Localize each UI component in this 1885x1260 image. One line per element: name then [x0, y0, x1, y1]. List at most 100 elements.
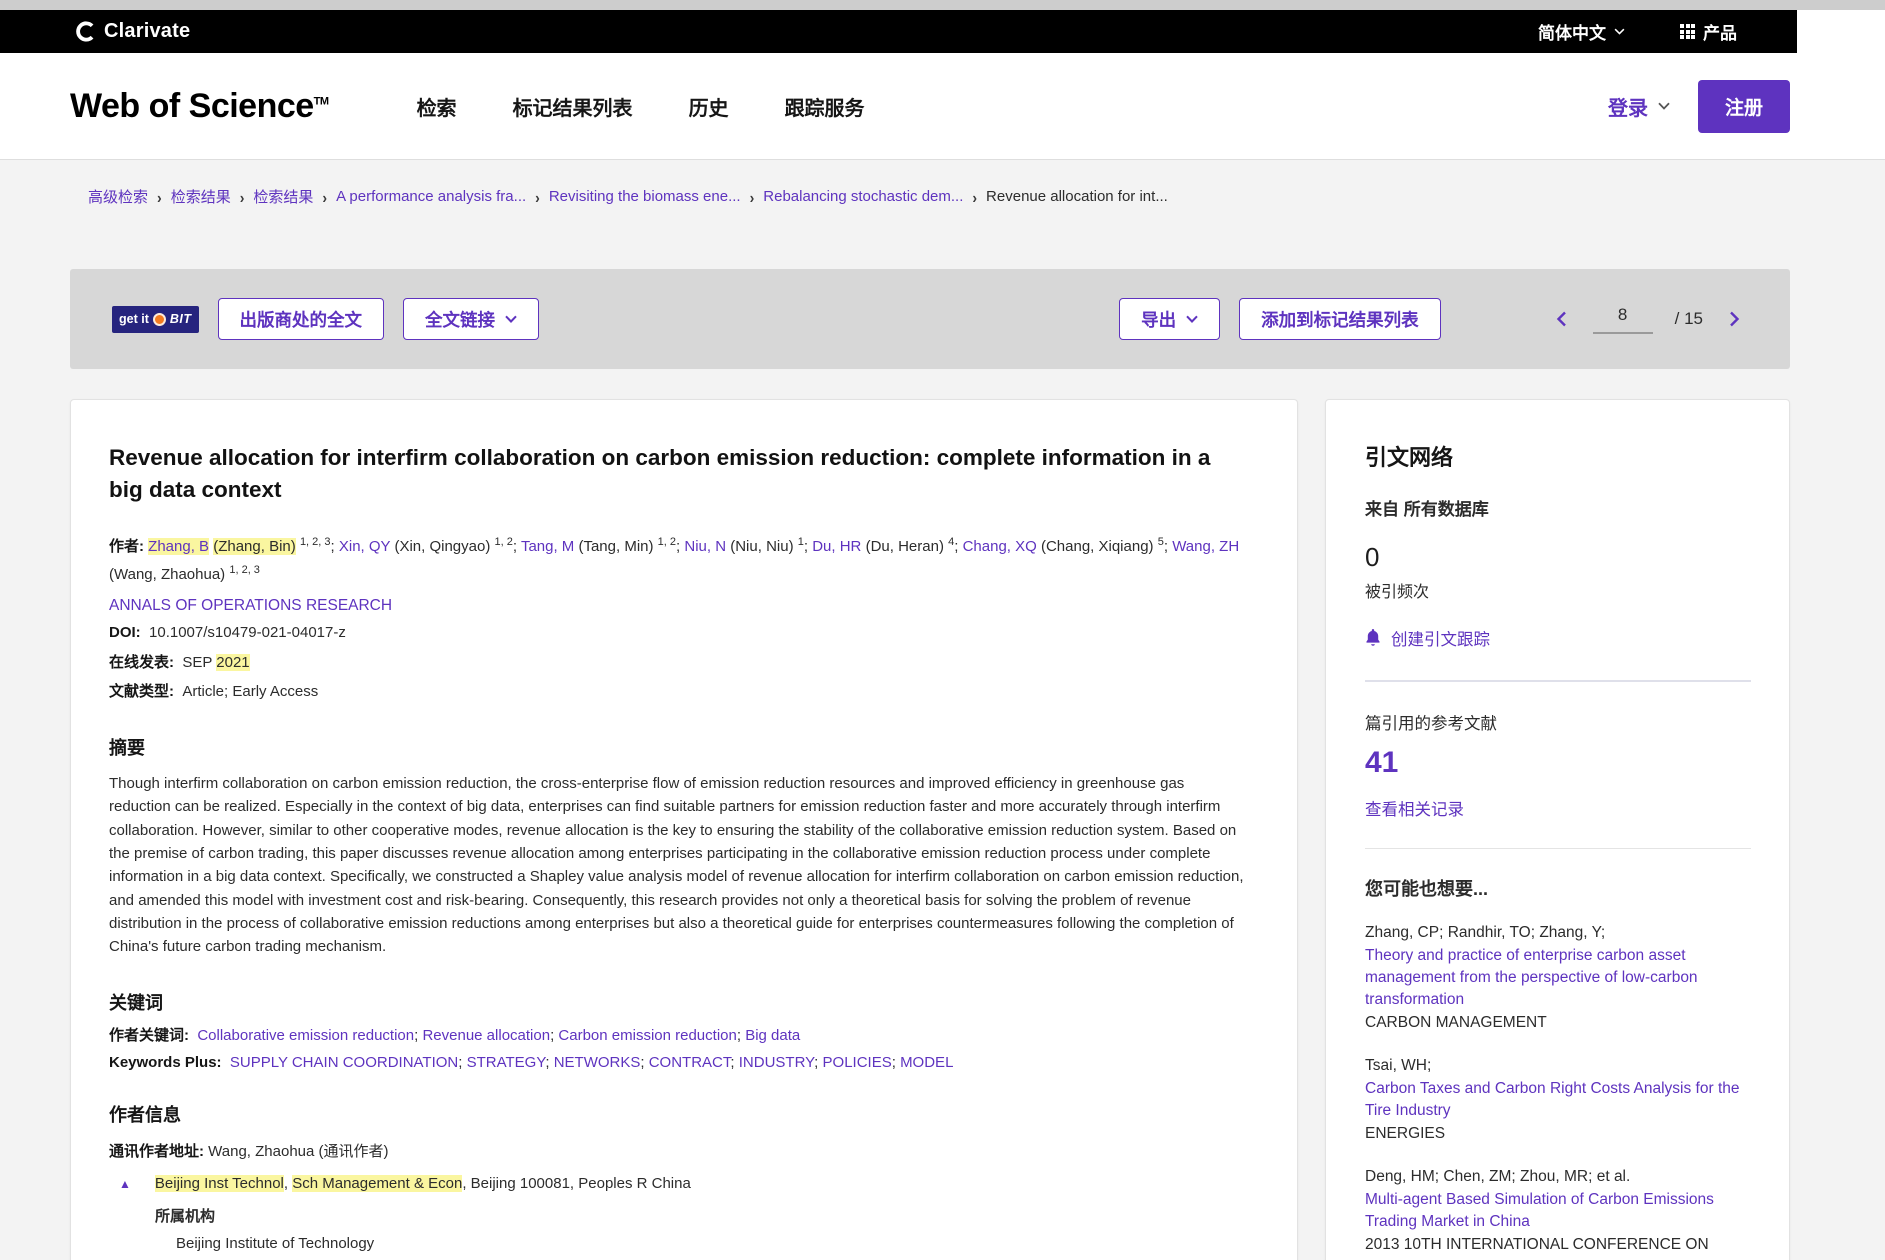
author-link[interactable]: Wang, ZH	[1172, 538, 1239, 555]
products-menu[interactable]: 产品	[1680, 19, 1737, 44]
breadcrumb-link[interactable]: Revisiting the biomass ene...	[549, 188, 741, 205]
doctype-value: Article; Early Access	[182, 683, 318, 700]
products-label: 产品	[1703, 19, 1737, 44]
chevron-right-icon[interactable]	[1725, 307, 1744, 331]
getit-bit-badge[interactable]: get it BIT	[112, 306, 199, 333]
author-link[interactable]: Tang, M	[521, 538, 574, 555]
nav-history[interactable]: 历史	[689, 92, 729, 121]
author-keyword-link[interactable]: Collaborative emission reduction	[197, 1027, 414, 1044]
breadcrumb-link[interactable]: 高级检索	[88, 186, 148, 207]
breadcrumb-link[interactable]: Rebalancing stochastic dem...	[763, 188, 963, 205]
add-to-marked-list-button[interactable]: 添加到标记结果列表	[1239, 298, 1441, 340]
clarivate-topbar: Clarivate 简体中文 产品	[0, 10, 1797, 53]
suggested-paper-title[interactable]: Theory and practice of enterprise carbon…	[1365, 945, 1751, 1011]
abstract-heading: 摘要	[109, 734, 1249, 760]
citation-source: 来自 所有数据库	[1365, 495, 1751, 520]
author-link[interactable]: Chang, XQ	[963, 538, 1037, 555]
fulltext-links-button[interactable]: 全文链接	[403, 298, 539, 340]
language-selector[interactable]: 简体中文	[1538, 19, 1625, 44]
cited-references-label: 篇引用的参考文献	[1365, 710, 1751, 734]
export-button[interactable]: 导出	[1119, 298, 1220, 340]
keywords-plus-link[interactable]: POLICIES	[823, 1054, 892, 1071]
author-keywords-line: 作者关键词: Collaborative emission reduction;…	[109, 1024, 1249, 1045]
keywords-plus-link[interactable]: STRATEGY	[467, 1054, 546, 1071]
corresponding-address-label: 通讯作者地址:	[109, 1143, 204, 1160]
author-separator: ;	[954, 538, 958, 555]
create-citation-alert-link[interactable]: 创建引文跟踪	[1391, 626, 1490, 650]
keywords-plus-link[interactable]: SUPPLY CHAIN COORDINATION	[230, 1054, 458, 1071]
keywords-plus-link[interactable]: CONTRACT	[649, 1054, 731, 1071]
main-nav: 检索 标记结果列表 历史 跟踪服务	[417, 92, 865, 121]
suggested-paper-title[interactable]: Multi-agent Based Simulation of Carbon E…	[1365, 1189, 1751, 1233]
author-info-heading: 作者信息	[109, 1101, 1249, 1127]
corresponding-author-name: Wang, Zhaohua (通讯作者)	[208, 1143, 388, 1160]
address-segment: Sch Management & Econ	[292, 1175, 462, 1192]
citation-network-title: 引文网络	[1365, 440, 1751, 472]
author-separator: ;	[513, 538, 517, 555]
keyword-separator: ;	[545, 1054, 553, 1071]
address-row: ▲Beijing Inst Technol, Sch Management & …	[109, 1175, 1249, 1194]
author-link[interactable]: Xin, QY	[339, 538, 390, 555]
register-button[interactable]: 注册	[1698, 80, 1790, 133]
breadcrumb-link[interactable]: 检索结果	[253, 186, 313, 207]
login-menu[interactable]: 登录	[1608, 92, 1670, 121]
author-link[interactable]: Niu, N	[684, 538, 726, 555]
chevron-left-icon[interactable]	[1552, 307, 1571, 331]
published-year-highlight: 2021	[216, 654, 249, 671]
keyword-separator: ;	[730, 1054, 738, 1071]
breadcrumb-link[interactable]: A performance analysis fra...	[336, 188, 526, 205]
author-fullname: (Xin, Qingyao)	[394, 538, 490, 555]
login-label: 登录	[1608, 92, 1648, 121]
cited-references-count: 41	[1365, 746, 1751, 780]
web-of-science-page: Clarivate 简体中文 产品 Web of ScienceTM 检索 标记…	[0, 0, 1885, 1260]
author-keyword-link[interactable]: Big data	[745, 1027, 800, 1044]
keywords-plus-line: Keywords Plus: SUPPLY CHAIN COORDINATION…	[109, 1054, 1249, 1071]
topbar-row: Clarivate 简体中文 产品	[0, 10, 1885, 53]
doi-label: DOI:	[109, 624, 141, 641]
keywords-plus-list: SUPPLY CHAIN COORDINATION; STRATEGY; NET…	[230, 1054, 954, 1071]
suggested-paper-source: ENERGIES	[1365, 1123, 1751, 1145]
nav-alerts[interactable]: 跟踪服务	[785, 92, 865, 121]
view-related-records-link[interactable]: 查看相关记录	[1365, 801, 1464, 819]
chevron-down-icon	[505, 315, 517, 323]
cited-references-count-link[interactable]: 41	[1365, 746, 1398, 779]
author-separator: ;	[804, 538, 808, 555]
author-affiliation-sup: 1, 2	[495, 536, 513, 548]
author-affiliation-sup: 1, 2, 3	[300, 536, 331, 548]
window-top-strip	[0, 0, 1885, 10]
wos-header: Web of ScienceTM 检索 标记结果列表 历史 跟踪服务 登录 注册	[0, 53, 1885, 160]
keywords-plus-link[interactable]: MODEL	[900, 1054, 953, 1071]
wos-logo[interactable]: Web of ScienceTM	[70, 87, 329, 126]
nav-search[interactable]: 检索	[417, 92, 457, 121]
corresponding-address-row: 通讯作者地址: Wang, Zhaohua (通讯作者)	[109, 1140, 1249, 1161]
author-keyword-link[interactable]: Carbon emission reduction	[558, 1027, 736, 1044]
page-number-input[interactable]	[1593, 305, 1653, 334]
suggestions-title: 您可能也想要...	[1365, 875, 1751, 901]
collapse-triangle-icon[interactable]: ▲	[119, 1175, 131, 1194]
author-affiliation-sup: 1, 2	[658, 536, 676, 548]
publisher-fulltext-button[interactable]: 出版商处的全文	[218, 298, 385, 340]
times-cited-count: 0	[1365, 542, 1751, 573]
keywords-plus-link[interactable]: INDUSTRY	[739, 1054, 814, 1071]
chevron-right-icon: ›	[535, 187, 540, 205]
author-link[interactable]: Du, HR	[812, 538, 861, 555]
chevron-right-icon: ›	[972, 187, 977, 205]
breadcrumb-link[interactable]: 检索结果	[171, 186, 231, 207]
author-separator: ;	[331, 538, 335, 555]
trademark-symbol: TM	[314, 95, 329, 107]
keywords-plus-link[interactable]: NETWORKS	[554, 1054, 641, 1071]
published-month: SEP	[182, 654, 216, 671]
author-affiliation-sup: 1, 2, 3	[229, 564, 260, 576]
getit-suffix: BIT	[170, 312, 192, 326]
citation-alert-row: 创建引文跟踪	[1365, 626, 1751, 650]
suggested-paper-authors: Tsai, WH;	[1365, 1055, 1751, 1077]
journal-link[interactable]: ANNALS OF OPERATIONS RESEARCH	[109, 597, 392, 614]
keyword-separator: ;	[737, 1027, 745, 1044]
sidebar-divider	[1365, 848, 1751, 849]
related-records-row: 查看相关记录	[1365, 796, 1751, 820]
suggested-paper-title[interactable]: Carbon Taxes and Carbon Right Costs Anal…	[1365, 1078, 1751, 1122]
author-keyword-link[interactable]: Revenue allocation	[422, 1027, 550, 1044]
author-link[interactable]: Zhang, B	[148, 538, 209, 555]
nav-marked-list[interactable]: 标记结果列表	[513, 92, 633, 121]
author-fullname: (Du, Heran)	[866, 538, 944, 555]
